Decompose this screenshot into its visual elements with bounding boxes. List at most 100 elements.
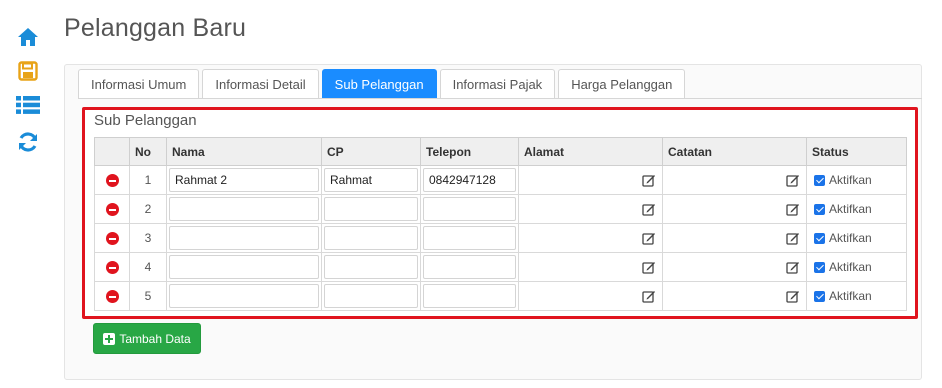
edit-catatan-icon[interactable] — [786, 260, 800, 275]
telepon-cell — [420, 252, 519, 282]
alamat-cell — [518, 252, 663, 282]
status-checkbox[interactable] — [814, 261, 825, 273]
cp-cell — [321, 223, 421, 253]
nama-cell — [166, 252, 322, 282]
section-title: Sub Pelanggan — [94, 112, 197, 129]
row-number: 5 — [129, 281, 167, 311]
telepon-input[interactable] — [423, 168, 516, 192]
alamat-cell — [518, 223, 663, 253]
delete-row-icon[interactable] — [105, 290, 119, 304]
header-catatan: Catatan — [662, 137, 807, 166]
cp-input[interactable] — [324, 255, 418, 279]
status-checkbox[interactable] — [814, 174, 825, 186]
nama-input[interactable] — [169, 197, 319, 221]
cp-input[interactable] — [324, 197, 418, 221]
status-checkbox[interactable] — [814, 290, 825, 302]
edit-catatan-icon[interactable] — [786, 202, 800, 217]
edit-alamat-icon[interactable] — [642, 260, 656, 275]
status-label: Aktifkan — [829, 173, 872, 187]
tab-informasi-umum[interactable]: Informasi Umum — [78, 69, 200, 99]
cp-input[interactable] — [324, 226, 418, 250]
table-row: 3 Aktifkan — [94, 223, 907, 253]
sidebar — [0, 0, 56, 388]
catatan-cell — [662, 281, 807, 311]
telepon-input[interactable] — [423, 197, 516, 221]
edit-alamat-icon[interactable] — [642, 289, 656, 304]
nama-cell — [166, 165, 322, 195]
status-label: Aktifkan — [829, 260, 872, 274]
plus-square-icon — [103, 332, 116, 345]
header-status: Status — [806, 137, 907, 166]
row-number: 1 — [129, 165, 167, 195]
row-number: 3 — [129, 223, 167, 253]
edit-catatan-icon[interactable] — [786, 231, 800, 246]
save-icon[interactable] — [15, 58, 41, 84]
edit-catatan-icon[interactable] — [786, 173, 800, 188]
status-label: Aktifkan — [829, 202, 872, 216]
telepon-cell — [420, 281, 519, 311]
delete-row-icon[interactable] — [105, 261, 119, 275]
nama-cell — [166, 194, 322, 224]
header-nama: Nama — [166, 137, 322, 166]
home-icon[interactable] — [15, 24, 41, 50]
tab-informasi-pajak[interactable]: Informasi Pajak — [439, 69, 556, 99]
edit-alamat-icon[interactable] — [642, 173, 656, 188]
nama-input[interactable] — [169, 226, 319, 250]
delete-row-icon[interactable] — [105, 203, 119, 217]
header-cp: CP — [321, 137, 421, 166]
refresh-icon[interactable] — [15, 129, 41, 155]
tab-informasi-detail[interactable]: Informasi Detail — [202, 69, 319, 99]
catatan-cell — [662, 194, 807, 224]
header-telepon: Telepon — [420, 137, 519, 166]
nama-cell — [166, 223, 322, 253]
status-checkbox[interactable] — [814, 232, 825, 244]
add-data-button[interactable]: Tambah Data — [93, 323, 201, 354]
catatan-cell — [662, 223, 807, 253]
status-cell: Aktifkan — [806, 165, 907, 195]
status-cell: Aktifkan — [806, 194, 907, 224]
delete-cell — [94, 223, 130, 253]
delete-cell — [94, 194, 130, 224]
telepon-input[interactable] — [423, 255, 516, 279]
telepon-input[interactable] — [423, 226, 516, 250]
nama-cell — [166, 281, 322, 311]
list-icon[interactable] — [15, 92, 41, 118]
header-action — [94, 137, 130, 166]
telepon-cell — [420, 223, 519, 253]
tab-harga-pelanggan[interactable]: Harga Pelanggan — [558, 69, 686, 99]
cp-input[interactable] — [324, 168, 418, 192]
status-checkbox[interactable] — [814, 203, 825, 215]
row-number: 4 — [129, 252, 167, 282]
nama-input[interactable] — [169, 284, 319, 308]
nama-input[interactable] — [169, 168, 319, 192]
cp-cell — [321, 281, 421, 311]
header-no: No — [129, 137, 167, 166]
nama-input[interactable] — [169, 255, 319, 279]
cp-cell — [321, 252, 421, 282]
sub-pelanggan-table: No Nama CP Telepon Alamat Catatan Status… — [94, 137, 907, 311]
edit-alamat-icon[interactable] — [642, 231, 656, 246]
cp-cell — [321, 165, 421, 195]
delete-row-icon[interactable] — [105, 232, 119, 246]
telepon-cell — [420, 165, 519, 195]
delete-row-icon[interactable] — [105, 174, 119, 188]
edit-alamat-icon[interactable] — [642, 202, 656, 217]
alamat-cell — [518, 165, 663, 195]
table-row: 1 Aktifkan — [94, 165, 907, 195]
telepon-input[interactable] — [423, 284, 516, 308]
delete-cell — [94, 165, 130, 195]
alamat-cell — [518, 194, 663, 224]
page-title: Pelanggan Baru — [64, 14, 247, 42]
catatan-cell — [662, 165, 807, 195]
edit-catatan-icon[interactable] — [786, 289, 800, 304]
table-row: 2 Aktifkan — [94, 194, 907, 224]
delete-cell — [94, 281, 130, 311]
status-label: Aktifkan — [829, 289, 872, 303]
tab-sub-pelanggan[interactable]: Sub Pelanggan — [321, 69, 437, 99]
status-cell: Aktifkan — [806, 281, 907, 311]
header-alamat: Alamat — [518, 137, 663, 166]
alamat-cell — [518, 281, 663, 311]
sub-pelanggan-section: Sub Pelanggan No Nama CP Telepon Alamat … — [82, 107, 918, 319]
cp-input[interactable] — [324, 284, 418, 308]
telepon-cell — [420, 194, 519, 224]
